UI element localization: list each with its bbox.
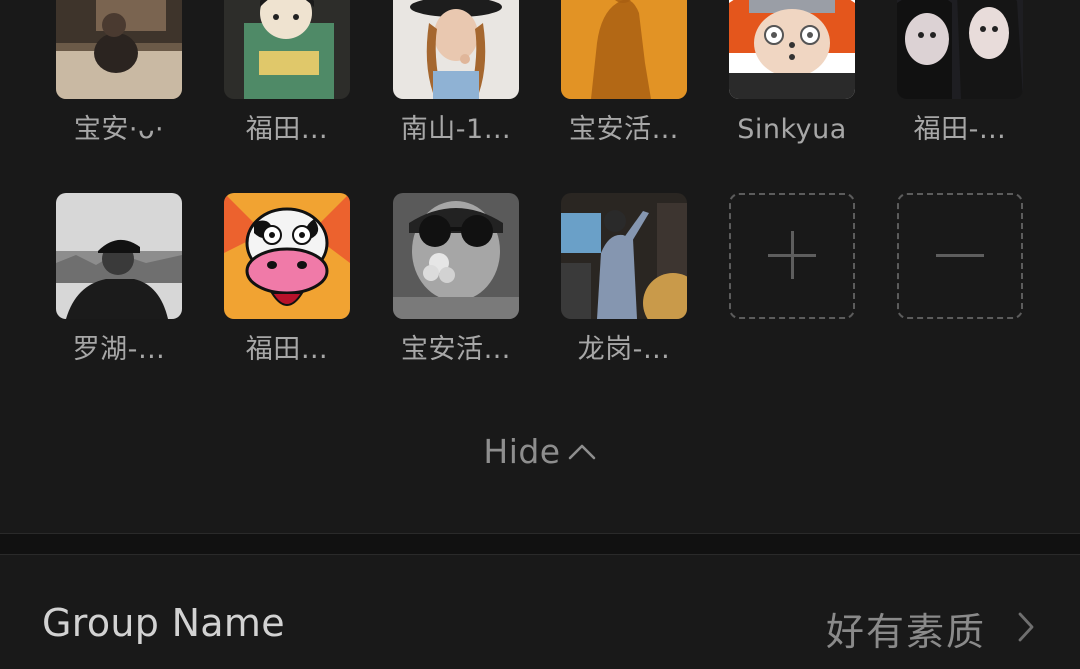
- member-grid: 宝安·ᴗ· 福田… 南山-1… 宝安活… Sinkyua 福田-… 罗湖-… 福…: [0, 0, 1080, 533]
- member-cell[interactable]: Sinkyua: [729, 0, 855, 147]
- group-name-label: Group Name: [42, 601, 285, 645]
- member-name: 福田…: [245, 334, 329, 365]
- member-name: 宝安活…: [569, 114, 679, 145]
- member-name: 宝安·ᴗ·: [73, 114, 165, 145]
- member-avatar[interactable]: [897, 0, 1023, 99]
- hide-label: Hide: [483, 432, 561, 471]
- member-cell[interactable]: 宝安·ᴗ·: [56, 0, 182, 147]
- member-name: 福田-…: [913, 114, 1007, 145]
- group-name-row[interactable]: Group Name 好有素质: [0, 555, 1080, 669]
- member-avatar[interactable]: [729, 0, 855, 99]
- member-cell[interactable]: 福田…: [224, 0, 350, 147]
- member-name: 宝安活…: [401, 334, 511, 365]
- member-avatar[interactable]: [393, 193, 519, 319]
- remove-member-button[interactable]: [897, 193, 1023, 319]
- member-cell[interactable]: 宝安活…: [393, 193, 519, 367]
- member-name: 罗湖-…: [72, 334, 166, 365]
- member-avatar[interactable]: [224, 0, 350, 99]
- member-cell[interactable]: 福田-…: [897, 0, 1023, 147]
- member-name: Sinkyua: [737, 114, 847, 145]
- member-avatar[interactable]: [393, 0, 519, 99]
- member-cell[interactable]: 龙岗-…: [561, 193, 687, 367]
- member-avatar[interactable]: [56, 193, 182, 319]
- group-name-value: 好有素质: [825, 610, 986, 654]
- member-name: 南山-1…: [400, 114, 512, 145]
- hide-members-toggle[interactable]: Hide: [0, 432, 1080, 471]
- member-name: 福田…: [245, 114, 329, 145]
- add-member-cell[interactable]: [729, 193, 855, 319]
- member-cell[interactable]: 宝安活…: [561, 0, 687, 147]
- member-avatar[interactable]: [561, 0, 687, 99]
- member-avatar[interactable]: [224, 193, 350, 319]
- chevron-up-icon: [567, 441, 597, 465]
- add-member-button[interactable]: [729, 193, 855, 319]
- member-name: 龙岗-…: [577, 334, 671, 365]
- chevron-right-icon: [1016, 611, 1036, 647]
- member-cell[interactable]: 福田…: [224, 193, 350, 367]
- member-cell[interactable]: 罗湖-…: [56, 193, 182, 367]
- remove-member-cell[interactable]: [897, 193, 1023, 319]
- section-separator: [0, 533, 1080, 555]
- member-cell[interactable]: 南山-1…: [393, 0, 519, 147]
- member-avatar[interactable]: [56, 0, 182, 99]
- member-avatar[interactable]: [561, 193, 687, 319]
